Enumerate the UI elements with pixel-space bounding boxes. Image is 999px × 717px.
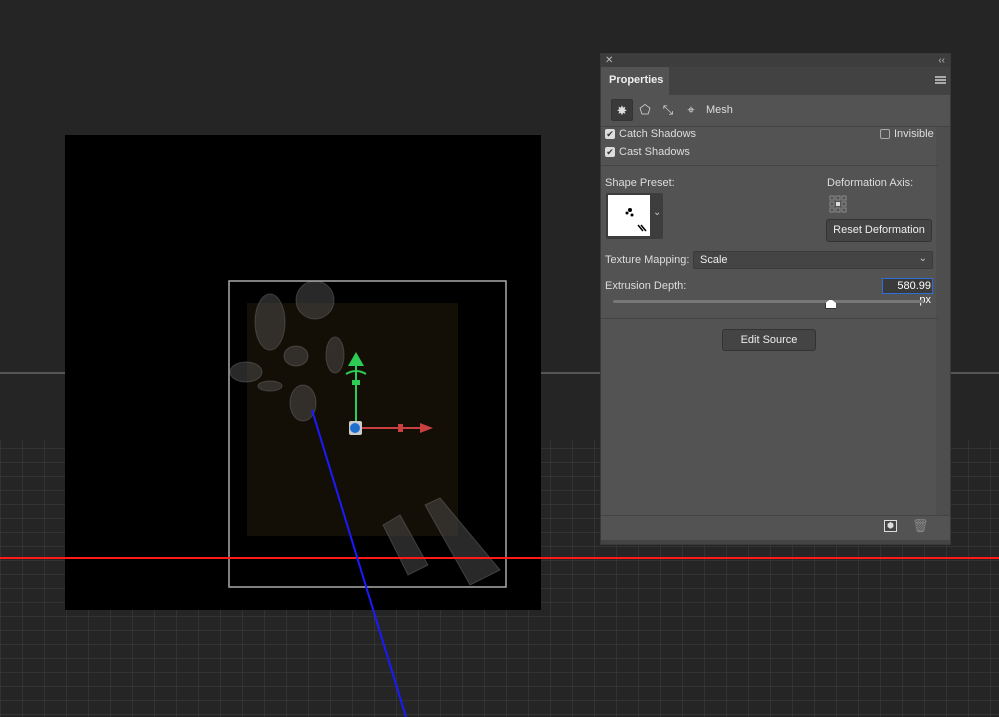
close-icon[interactable]: ✕ (605, 54, 613, 67)
catch-shadows-label: Catch Shadows (619, 128, 697, 140)
properties-panel: ✕ ‹‹ Properties ✸ ⬠ ⤡ ⌖ Mesh ✔ Catch Shad… (600, 53, 951, 545)
invisible-label: Invisible (894, 128, 934, 140)
shape-preset-picker[interactable]: ⌄ (606, 193, 663, 239)
panel-top-bar: ✕ ‹‹ (601, 54, 950, 67)
hamburger-menu-icon[interactable] (935, 76, 946, 84)
extrusion-depth-input[interactable]: 580.99 px (882, 278, 933, 306)
chevron-down-icon[interactable]: ⌄ (653, 207, 661, 218)
scrollbar[interactable] (936, 127, 950, 515)
texture-mapping-value: Scale (700, 254, 728, 266)
texture-mapping-select[interactable]: Scale ⌄ (693, 251, 933, 269)
catch-shadows-checkbox[interactable]: ✔ Catch Shadows (605, 128, 696, 140)
deformation-axis-grid-icon[interactable] (829, 195, 849, 213)
texture-mapping-label: Texture Mapping: (605, 254, 690, 266)
extrusion-depth-label: Extrusion Depth: (605, 280, 687, 292)
edit-source-button[interactable]: Edit Source (722, 329, 816, 351)
trash-icon[interactable]: 🗑 (912, 518, 929, 534)
cast-shadows-checkbox[interactable]: ✔ Cast Shadows (605, 146, 690, 158)
divider (601, 318, 938, 319)
deformation-axis-label: Deformation Axis: (827, 177, 914, 189)
chevron-down-icon: ⌄ (918, 253, 927, 264)
invisible-checkbox[interactable]: Invisible (880, 128, 934, 140)
reset-deformation-button[interactable]: Reset Deformation (826, 219, 932, 242)
checkbox-unchecked-icon (880, 129, 890, 139)
mesh-icon[interactable]: ✸ (611, 99, 633, 121)
shape-preset-label: Shape Preset: (605, 177, 675, 189)
shape-preset-thumbnail (608, 195, 650, 236)
extrusion-depth-slider[interactable] (613, 299, 924, 309)
collapse-icon[interactable]: ‹‹ (938, 54, 945, 67)
checkbox-checked-icon: ✔ (605, 129, 615, 139)
tab-properties[interactable]: Properties (601, 67, 669, 95)
render-icon[interactable]: ⬢ (884, 520, 897, 532)
deform-icon[interactable]: ⬠ (634, 99, 656, 121)
coordinates-icon[interactable]: ⌖ (680, 99, 702, 121)
cast-shadows-label: Cast Shadows (619, 146, 690, 158)
divider (601, 515, 950, 516)
cap-icon[interactable]: ⤡ (657, 99, 679, 121)
gizmo-center-icon[interactable] (349, 421, 362, 435)
slider-thumb[interactable] (824, 299, 837, 309)
panel-resize-handle[interactable] (601, 540, 950, 544)
checkbox-checked-icon: ✔ (605, 147, 615, 157)
section-label: Mesh (706, 104, 733, 116)
divider (601, 165, 938, 166)
